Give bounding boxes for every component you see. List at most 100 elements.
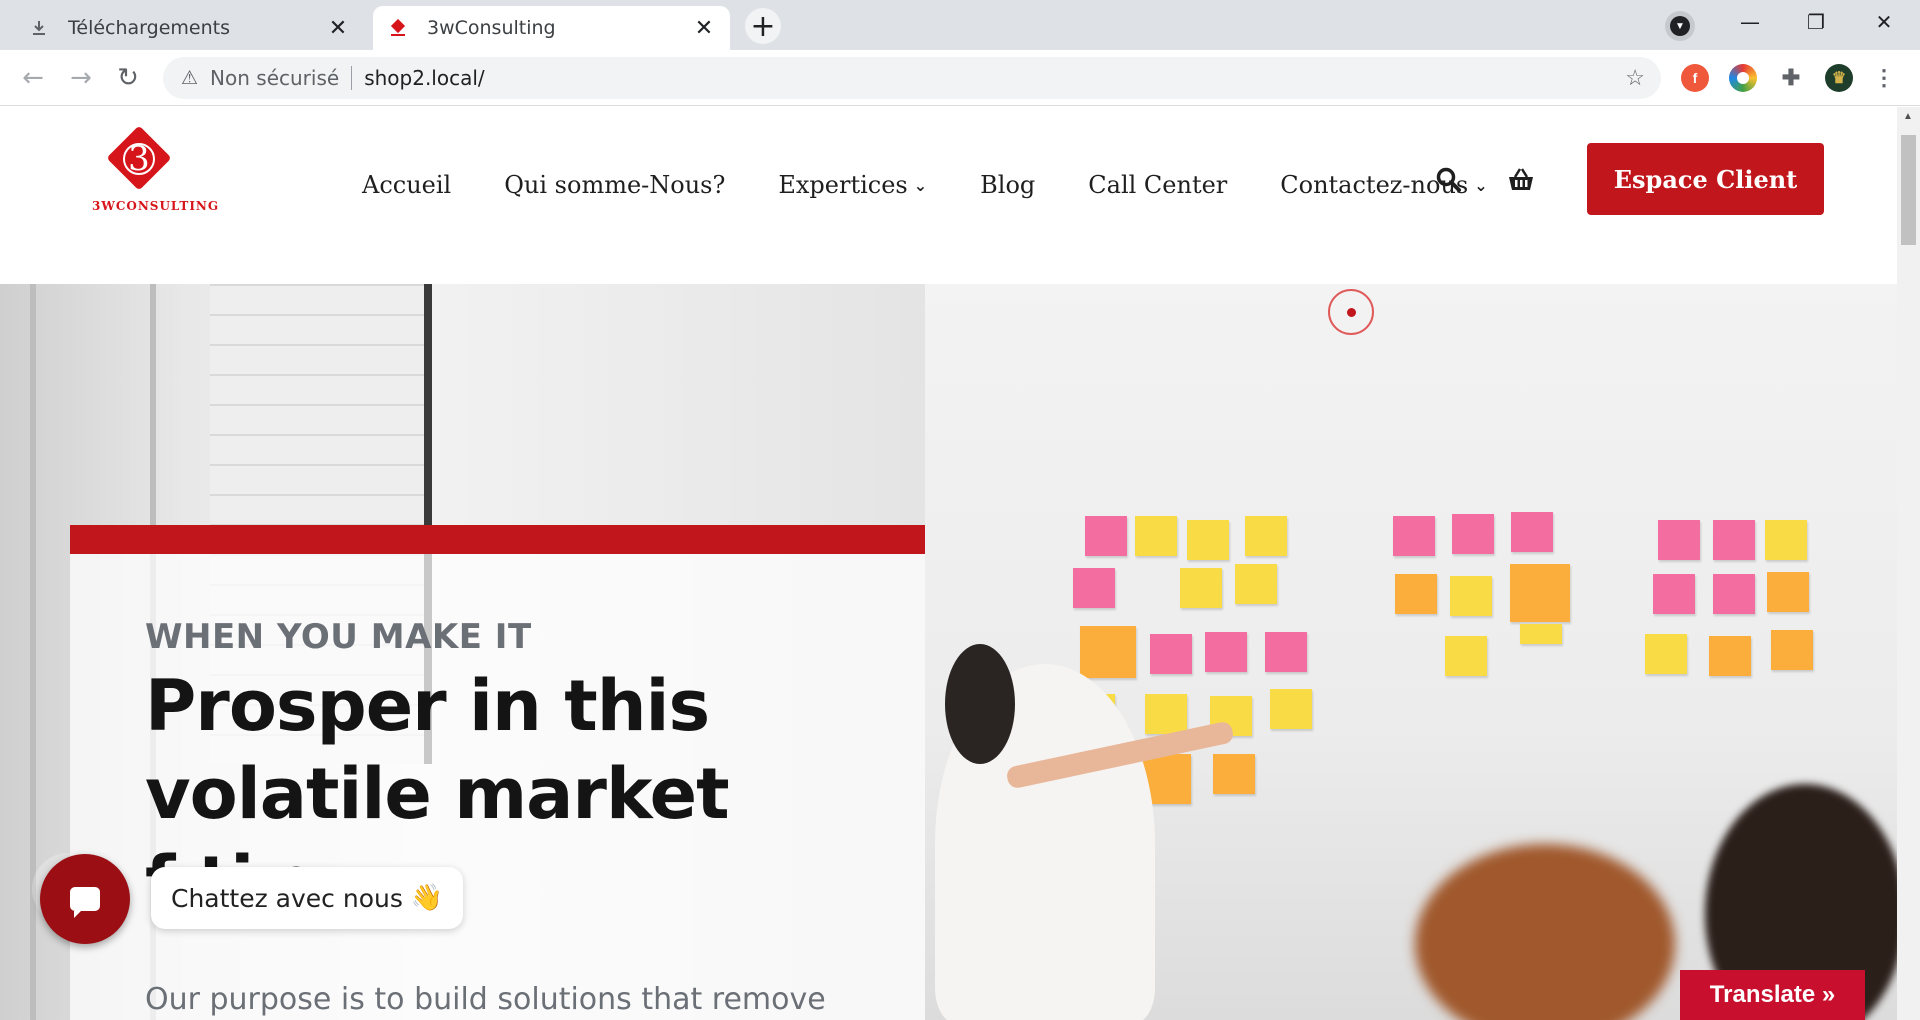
- sticky-note: [1767, 572, 1809, 612]
- search-icon[interactable]: [1436, 167, 1462, 200]
- cursor-indicator: [1328, 289, 1374, 335]
- puzzle-icon[interactable]: ✚: [1777, 64, 1805, 92]
- reload-button[interactable]: ↻: [108, 58, 148, 98]
- sticky-note: [1245, 516, 1287, 556]
- nav-item-blog[interactable]: Blog: [980, 171, 1035, 199]
- tab-title: Téléchargements: [68, 17, 230, 39]
- basket-icon[interactable]: [1506, 167, 1536, 200]
- close-icon[interactable]: ✕: [326, 16, 350, 41]
- sticky-note: [1393, 516, 1435, 556]
- tab-title: 3wConsulting: [427, 17, 556, 39]
- sticky-note: [1709, 636, 1751, 676]
- nav-label: Call Center: [1088, 171, 1228, 199]
- close-window-button[interactable]: ✕: [1856, 6, 1912, 38]
- sticky-note: [1713, 520, 1755, 560]
- sticky-note: [1270, 689, 1312, 729]
- hero-subtext: Our purpose is to build solutions that r…: [145, 982, 826, 1017]
- sticky-note: [1180, 568, 1222, 608]
- security-label: Non sécurisé: [210, 66, 340, 90]
- sticky-note: [1658, 520, 1700, 560]
- nav-label: Expertices: [778, 171, 908, 199]
- sticky-note: [1713, 574, 1755, 614]
- headline-line: volatile market: [145, 753, 730, 835]
- plus-icon: +: [750, 8, 776, 44]
- waving-hand-icon: 👋: [410, 883, 444, 913]
- 3w-favicon-icon: [387, 17, 409, 39]
- sticky-note: [1765, 520, 1807, 560]
- scrollbar-thumb[interactable]: [1901, 135, 1916, 245]
- logo-brand-text: 3WCONSULTING: [92, 199, 220, 213]
- nav-item-accueil[interactable]: Accueil: [362, 171, 451, 199]
- page-scrollbar[interactable]: ▲: [1897, 107, 1920, 1020]
- presenter-hair: [945, 644, 1015, 764]
- chevron-down-icon: ▼: [1670, 16, 1690, 36]
- sticky-note: [1073, 568, 1115, 608]
- restore-button[interactable]: ❐: [1788, 6, 1844, 38]
- espace-client-button[interactable]: Espace Client: [1587, 143, 1824, 215]
- tab-search-button[interactable]: ▼: [1665, 11, 1695, 41]
- minimize-button[interactable]: —: [1722, 6, 1778, 38]
- divider: [351, 66, 353, 90]
- color-ext-icon[interactable]: [1729, 64, 1757, 92]
- nav-item-qui-somme-nous[interactable]: Qui somme-Nous?: [504, 171, 725, 199]
- tab-3wconsulting[interactable]: 3wConsulting ✕: [373, 6, 730, 50]
- chat-button[interactable]: [40, 854, 130, 944]
- sticky-note: [1235, 564, 1277, 604]
- chat-label-text: Chattez avec nous: [171, 883, 403, 913]
- nav-label: Accueil: [362, 171, 452, 199]
- audience-head: [1415, 844, 1675, 1020]
- sticky-note: [1511, 512, 1553, 552]
- sticky-note: [1653, 574, 1695, 614]
- sticky-note: [1145, 694, 1187, 734]
- logo-numeral: 3: [128, 139, 150, 179]
- new-tab-button[interactable]: +: [745, 8, 781, 44]
- url-text[interactable]: shop2.local/: [364, 66, 484, 90]
- forward-button[interactable]: →: [61, 58, 101, 98]
- sticky-note: [1520, 624, 1562, 644]
- nav-item-expertices[interactable]: Expertices ⌄: [778, 171, 927, 199]
- arrow-left-icon: ←: [22, 63, 44, 93]
- site-logo[interactable]: 3 3WCONSULTING: [88, 125, 218, 215]
- close-icon[interactable]: ✕: [692, 16, 716, 41]
- hero-accent-bar: [70, 525, 925, 554]
- translate-button[interactable]: Translate »: [1680, 970, 1865, 1020]
- hero-background-whiteboard: [925, 284, 1897, 1020]
- facebook-ext-icon[interactable]: f: [1681, 64, 1709, 92]
- sticky-note: [1150, 634, 1192, 674]
- chat-invite-label[interactable]: Chattez avec nous 👋: [151, 867, 464, 929]
- main-nav: Accueil Qui somme-Nous? Expertices ⌄ Blog…: [362, 162, 1541, 208]
- back-button[interactable]: ←: [13, 58, 53, 98]
- browser-toolbar: ← → ↻ ⚠ Non sécurisé shop2.local/ ☆ f ✚ …: [0, 50, 1920, 106]
- browser-tab-bar: Téléchargements ✕ 3wConsulting ✕ + ▼ — ❐…: [0, 0, 1920, 50]
- sticky-note: [1510, 564, 1570, 622]
- sticky-note: [1205, 632, 1247, 672]
- profile-avatar[interactable]: ♛: [1825, 64, 1853, 92]
- nav-item-call-center[interactable]: Call Center: [1088, 171, 1227, 199]
- arrow-right-icon: →: [70, 63, 92, 93]
- reload-icon: ↻: [117, 63, 139, 93]
- bookmark-star-icon[interactable]: ☆: [1625, 65, 1645, 91]
- sticky-note: [1213, 754, 1255, 794]
- sticky-note: [1080, 626, 1136, 678]
- sticky-note: [1450, 576, 1492, 616]
- address-bar[interactable]: ⚠ Non sécurisé shop2.local/ ☆: [163, 57, 1661, 99]
- chat-bubble-icon: [70, 887, 100, 918]
- window-frame: [30, 284, 36, 1020]
- sticky-note: [1445, 636, 1487, 676]
- chevron-down-icon: ⌄: [1474, 175, 1488, 195]
- sticky-note: [1265, 632, 1307, 672]
- sticky-note: [1085, 516, 1127, 556]
- tab-downloads[interactable]: Téléchargements ✕: [14, 6, 364, 50]
- sticky-note: [1452, 514, 1494, 554]
- menu-kebab-icon[interactable]: ⋮: [1870, 64, 1898, 92]
- sticky-note: [1395, 574, 1437, 614]
- headline-line: Prosper in this: [145, 665, 710, 747]
- sticky-note: [1135, 516, 1177, 556]
- download-icon: [28, 17, 50, 39]
- chevron-down-icon: ⌄: [913, 175, 928, 195]
- hero-eyebrow: WHEN YOU MAKE IT: [145, 617, 532, 657]
- sticky-note: [1187, 520, 1229, 560]
- nav-label: Qui somme-Nous?: [504, 171, 726, 199]
- sticky-note: [1645, 634, 1687, 674]
- scroll-up-icon[interactable]: ▲: [1903, 111, 1913, 122]
